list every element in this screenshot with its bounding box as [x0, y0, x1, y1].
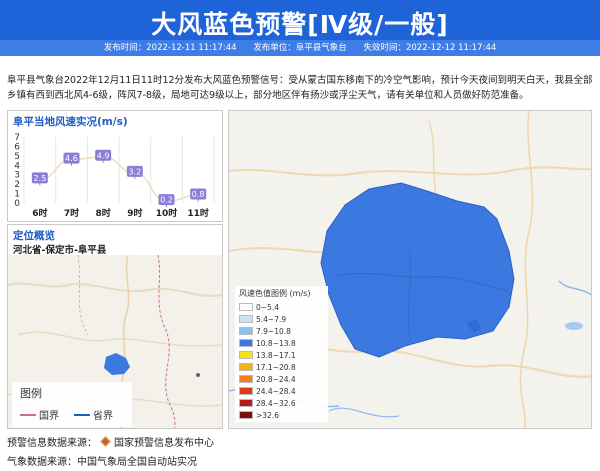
- legend-item-province-border: 省界: [74, 407, 113, 422]
- wind-legend-item: 20.8~24.4: [239, 374, 296, 384]
- warning-title: 大风蓝色预警[Ⅳ级/一般]: [151, 10, 449, 39]
- chart-y-tick-label: 4: [14, 161, 20, 171]
- chart-data-label: 0.8: [192, 190, 205, 199]
- wind-legend-label: 10.8~13.8: [256, 338, 296, 348]
- chart-x-tick-label: 10时: [156, 207, 178, 219]
- chart-y-tick-label: 1: [14, 190, 20, 200]
- wind-legend-item: 5.4~7.9: [239, 314, 286, 324]
- issuer: 发布单位：阜平县气象台: [253, 43, 347, 53]
- wind-legend-item: 24.4~28.4: [239, 386, 296, 396]
- chart-x-tick-label: 8时: [96, 207, 111, 219]
- chart-y-tick-label: 3: [14, 171, 20, 181]
- wind-legend-item: 7.9~10.8: [239, 326, 291, 336]
- chart-y-tick-label: 2: [14, 180, 20, 190]
- wind-legend-swatch: [239, 411, 253, 419]
- wind-legend-swatch: [239, 339, 253, 347]
- chart-data-label: 2.5: [33, 174, 46, 183]
- wind-speed-chart: 01234567 2.5 4.6 4.9 3.2 0.2 0.8 6时 7时 8时 9时 10时 11时: [14, 133, 215, 219]
- wind-legend-swatch: [239, 363, 253, 371]
- chart-data-label: 4.9: [97, 151, 110, 160]
- chart-data-label: 3.2: [128, 167, 141, 176]
- chart-x-tick-label: 7时: [64, 207, 79, 219]
- wind-legend-swatch: [239, 387, 253, 395]
- chart-data-label: 4.6: [65, 154, 78, 163]
- warning-source-name[interactable]: 国家预警信息发布中心: [114, 434, 214, 449]
- weather-source-name: 中国气象局全国自动站实况: [77, 457, 197, 468]
- issue-time: 发布时间：2022-12-11 11:17:44: [103, 43, 237, 53]
- wind-legend-item: 28.4~32.6: [239, 398, 296, 408]
- wind-legend-swatch: [239, 315, 253, 323]
- wind-legend-label: 5.4~7.9: [256, 314, 287, 324]
- wind-legend-label: 24.4~28.4: [256, 386, 296, 396]
- location-panel: 定位概览 河北省-保定市-阜平县 图例 国界 省界: [7, 224, 223, 429]
- warning-source-line: 预警信息数据来源： 国家预警信息发布中心: [7, 434, 214, 449]
- wind-legend-title: 风速色值图例 (m/s): [239, 289, 311, 298]
- warning-area-region: [320, 182, 515, 358]
- wind-legend-item: 13.8~17.1: [239, 350, 296, 360]
- chart-y-tick-label: 6: [14, 142, 20, 152]
- warning-source-label: 预警信息数据来源：: [7, 438, 97, 449]
- wind-legend-swatch: [239, 351, 253, 359]
- wind-legend-item: 0~5.4: [239, 302, 279, 312]
- chart-y-tick-label: 0: [14, 199, 20, 209]
- wind-legend-item: 10.8~13.8: [239, 338, 296, 348]
- wind-color-legend: 风速色值图例 (m/s) 0~5.4 5.4~7.9 7.9~10.8 10.8~13…: [235, 286, 328, 422]
- wind-legend-item: >32.6: [239, 410, 279, 420]
- warning-meta-bar: 发布时间：2022-12-11 11:17:44 发布单位：阜平县气象台 失效时…: [0, 40, 600, 56]
- chart-x-tick-label: 6时: [32, 207, 47, 219]
- legend-title: 图例: [20, 387, 42, 400]
- warning-header: 大风蓝色预警[Ⅳ级/一般] 发布时间：2022-12-11 11:17:44 发…: [0, 0, 600, 56]
- wind-legend-swatch: [239, 303, 253, 311]
- legend-item-national-border: 国界: [20, 407, 59, 422]
- wind-legend-swatch: [239, 399, 253, 407]
- wind-legend-label: 28.4~32.6: [256, 398, 296, 408]
- warning-area-map[interactable]: 风速色值图例 (m/s) 0~5.4 5.4~7.9 7.9~10.8 10.8~13…: [228, 110, 592, 429]
- wind-legend-label: 17.1~20.8: [256, 362, 296, 372]
- wind-legend-label: 7.9~10.8: [256, 326, 291, 336]
- chart-y-tick-label: 7: [14, 133, 20, 143]
- chart-x-tick-label: 11时: [187, 207, 209, 219]
- chart-data-label: 0.2: [160, 196, 173, 205]
- warning-description: 阜平县气象台2022年12月11日11时12分发布大风蓝色预警信号：受从蒙古国东…: [7, 75, 593, 101]
- location-panel-title: 定位概览: [13, 230, 55, 242]
- location-name: 河北省-保定市-阜平县: [13, 245, 107, 256]
- wind-legend-swatch: [239, 327, 253, 335]
- wind-legend-item: 17.1~20.8: [239, 362, 296, 372]
- weather-source-line: 气象数据来源： 中国气象局全国自动站实况: [7, 453, 197, 468]
- weather-source-label: 气象数据来源：: [7, 457, 77, 468]
- map-legend: 图例 国界 省界: [12, 382, 132, 427]
- wind-legend-label: >32.6: [256, 410, 279, 420]
- chart-y-tick-label: 5: [14, 152, 20, 162]
- wind-legend-label: 13.8~17.1: [256, 350, 296, 360]
- expire-time: 失效时间：2022-12-12 11:17:44: [363, 43, 497, 53]
- wind-legend-label: 0~5.4: [256, 302, 279, 312]
- warning-center-logo-icon: [100, 436, 111, 447]
- wind-panel-title: 阜平当地风速实况(m/s): [13, 116, 128, 128]
- wind-legend-label: 20.8~24.4: [256, 374, 296, 384]
- wind-speed-panel: 阜平当地风速实况(m/s) 0 1 2 3 4 5 6 7 2.5 4.6 4.9 3.2 0.2 0.8…: [7, 110, 223, 222]
- wind-legend-swatch: [239, 375, 253, 383]
- chart-x-tick-label: 9时: [127, 207, 142, 219]
